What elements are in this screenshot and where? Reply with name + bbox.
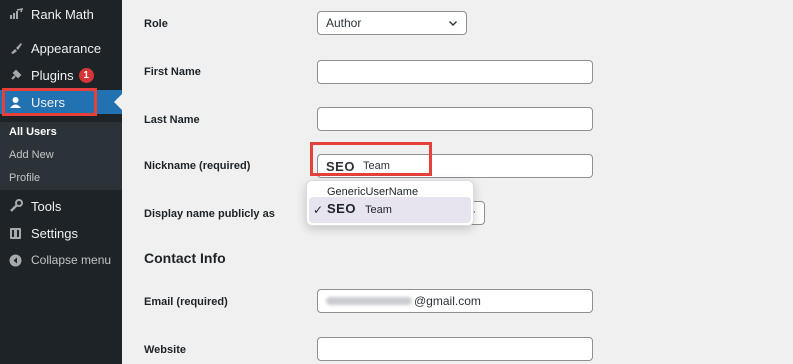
- last-name-label: Last Name: [144, 114, 200, 126]
- submenu-profile[interactable]: Profile: [9, 172, 40, 184]
- brush-icon: [8, 41, 23, 56]
- nickname-label: Nickname (required): [144, 160, 251, 172]
- sidebar-item-settings[interactable]: Settings: [0, 221, 122, 245]
- sidebar-item-label: Appearance: [31, 40, 102, 56]
- last-name-field[interactable]: [317, 107, 593, 131]
- update-count-badge: 1: [78, 67, 94, 83]
- users-submenu: All Users Add New Profile: [0, 122, 122, 190]
- settings-icon: [8, 226, 23, 241]
- first-name-field[interactable]: [317, 60, 593, 84]
- email-label: Email (required): [144, 296, 228, 308]
- role-label: Role: [144, 18, 168, 30]
- plug-icon: [8, 68, 23, 83]
- checkmark-icon: ✓: [313, 203, 324, 217]
- first-name-label: First Name: [144, 66, 201, 78]
- collapse-menu-button[interactable]: Collapse menu: [0, 248, 122, 272]
- role-select[interactable]: Author: [317, 11, 467, 35]
- option-team-part: Team: [365, 204, 392, 216]
- submenu-all-users[interactable]: All Users: [9, 126, 57, 138]
- redacted-email-prefix: [326, 297, 412, 305]
- sidebar-item-label: Rank Math: [31, 6, 94, 22]
- sidebar-item-label: Settings: [31, 225, 78, 241]
- wrench-icon: [8, 199, 23, 214]
- nickname-highlight-box: [310, 142, 432, 176]
- sidebar-item-tools[interactable]: Tools: [0, 194, 122, 218]
- website-field[interactable]: [317, 337, 593, 361]
- email-domain: @gmail.com: [414, 294, 481, 308]
- chevron-down-icon: [448, 17, 458, 31]
- sidebar-item-plugins[interactable]: Plugins 1: [0, 63, 122, 87]
- collapse-icon: [8, 253, 23, 268]
- sidebar-item-label: Tools: [31, 198, 62, 214]
- sidebar-item-appearance[interactable]: Appearance: [0, 36, 122, 60]
- display-name-dropdown: GenericUserName ✓ SEO Team: [306, 180, 474, 226]
- sidebar-item-label: Plugins: [31, 67, 74, 83]
- submenu-add-new[interactable]: Add New: [9, 149, 54, 161]
- option-seo-team[interactable]: SEO Team: [327, 201, 392, 216]
- display-name-label: Display name publicly as: [144, 208, 275, 220]
- role-value: Author: [326, 16, 362, 30]
- current-menu-arrow: [114, 94, 122, 110]
- option-seo-part: SEO: [327, 201, 356, 216]
- admin-sidebar: Rank Math Appearance Plugins 1 Users All…: [0, 0, 122, 364]
- rank-math-icon: [8, 7, 23, 22]
- sidebar-item-rank-math[interactable]: Rank Math: [0, 2, 122, 26]
- contact-info-heading: Contact Info: [144, 250, 226, 266]
- option-generic-username[interactable]: GenericUserName: [327, 186, 418, 198]
- email-field[interactable]: @gmail.com: [317, 289, 593, 313]
- users-highlight-box: [2, 88, 97, 116]
- website-label: Website: [144, 344, 186, 356]
- sidebar-item-label: Collapse menu: [31, 253, 112, 267]
